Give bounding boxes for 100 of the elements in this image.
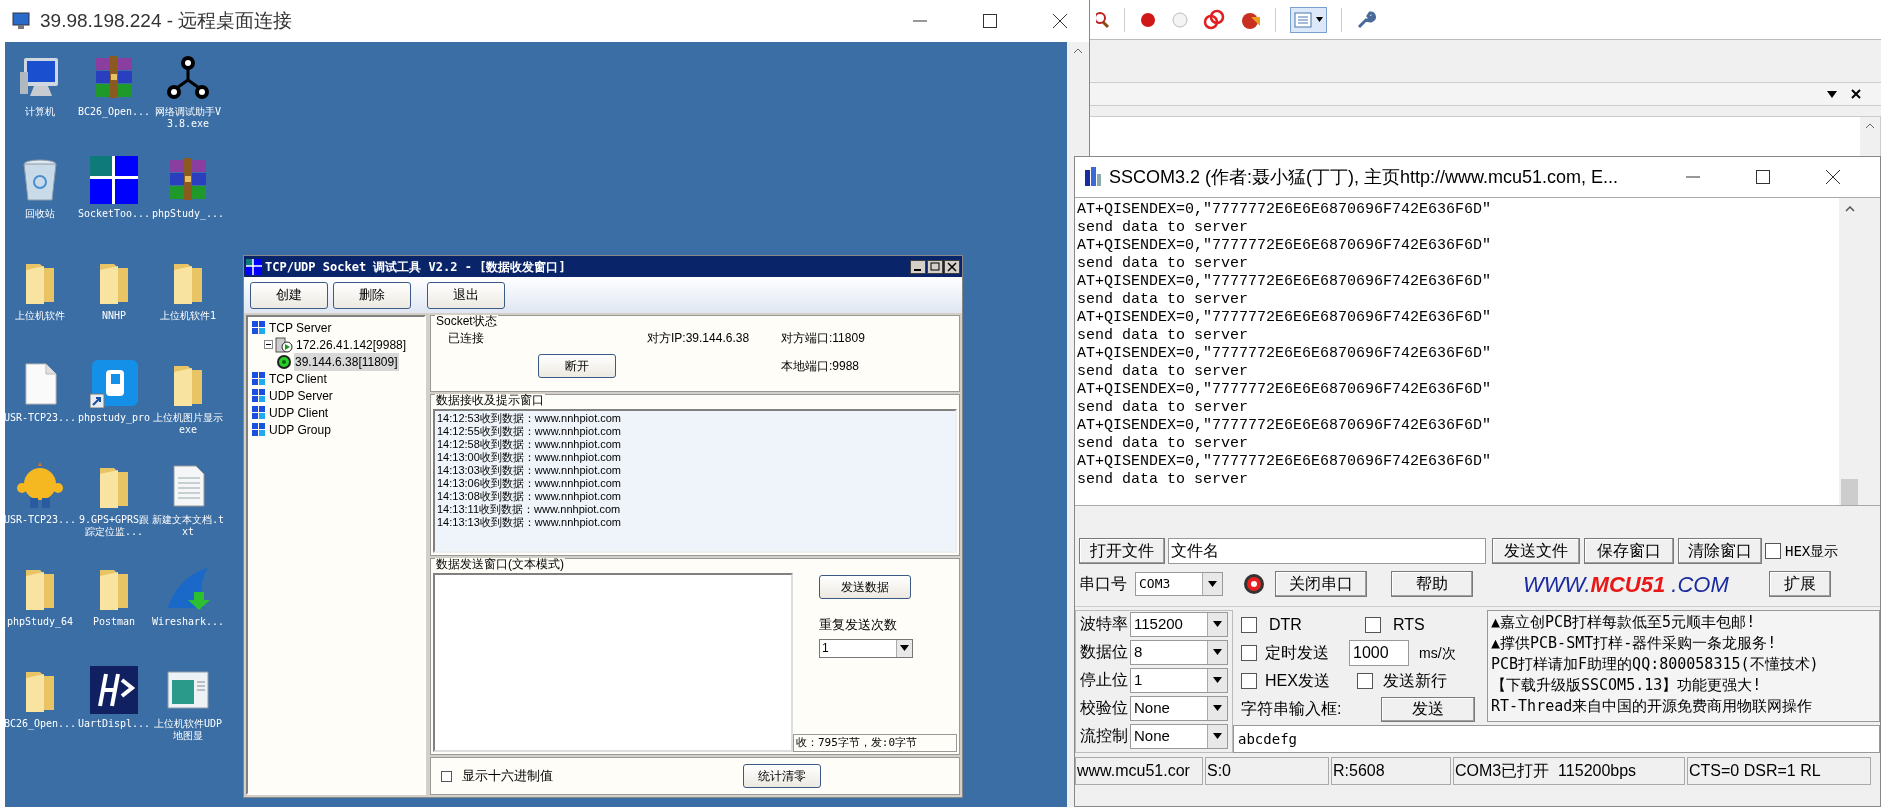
checkbox[interactable] [1241, 645, 1257, 661]
record-icon[interactable] [1139, 10, 1157, 29]
collapse-icon[interactable] [264, 340, 273, 349]
desktop-icon-label[interactable]: 上位机软件 [3, 310, 77, 322]
filename-field[interactable]: 文件名 [1168, 538, 1486, 564]
close-icon[interactable] [1053, 14, 1067, 28]
magnifier-icon[interactable] [1096, 10, 1110, 29]
scroll-up-icon[interactable] [1073, 48, 1083, 54]
status-field: COM3已打开 115200bps [1453, 757, 1685, 785]
tree-item[interactable]: 39.144.6.38[11809] [294, 352, 399, 371]
setting-label: 流控制 [1080, 726, 1129, 746]
desktop-icon-label[interactable]: 计算机 [3, 106, 77, 118]
desktop-icon-label[interactable]: phpstudy_pro [77, 412, 151, 424]
tree-item[interactable]: TCP Server [268, 318, 333, 337]
clear-window-button[interactable]: 清除窗口 [1678, 538, 1762, 564]
checkbox[interactable] [441, 770, 452, 782]
log-line: 14:13:08收到数据：www.nnhpiot.com [437, 490, 623, 503]
ad-line[interactable]: RT-Thread来自中国的开源免费商用物联网操作 [1491, 696, 1813, 717]
send-input[interactable] [433, 573, 793, 752]
list-view-button[interactable] [1290, 6, 1327, 33]
checkbox[interactable] [1765, 543, 1781, 559]
output-line: AT+QISENDEX=0,"7777772E6E6E6870696F742E636F6D" [1077, 345, 1492, 363]
dropdown-arrow-icon[interactable] [1827, 90, 1837, 98]
toolbar-button[interactable]: 创建 [250, 281, 328, 309]
indicator-icon [1243, 573, 1265, 595]
desktop-icon-label[interactable]: 上位机软件UDP地图显 [151, 718, 225, 742]
maximize-icon[interactable] [983, 14, 997, 28]
remote-port: 对方端口:11809 [781, 330, 865, 347]
checkbox[interactable] [1365, 617, 1381, 633]
desktop-icon-label[interactable]: 上位机软件1 [151, 310, 225, 322]
desktop-icon-label[interactable]: Postman [77, 616, 151, 628]
caret-icon [1316, 17, 1323, 22]
scroll-thumb[interactable] [1841, 479, 1858, 505]
checkbox-label: RTS [1393, 615, 1425, 635]
close-port-button[interactable]: 关闭串口 [1275, 571, 1367, 597]
connection-status: 已连接 [447, 330, 485, 347]
send-data-button[interactable]: 发送数据 [819, 575, 911, 599]
desktop-icon-label[interactable]: 网络调试助手V3.8.exe [151, 106, 225, 130]
ad-line[interactable]: PCB打样请加F助理的QQ:800058315(不懂技术) [1491, 654, 1819, 675]
output-line: send data to server [1077, 471, 1249, 489]
tree-item[interactable]: UDP Server [268, 386, 334, 405]
setting-select[interactable]: 115200 [1130, 611, 1228, 637]
desktop-icon-label[interactable]: BC26_Open... [3, 718, 77, 730]
interval-field[interactable]: 1000 [1349, 640, 1409, 666]
toolbar-button[interactable]: 删除 [333, 281, 411, 309]
window-title: TCP/UDP Socket 调试工具 V2.2 - [数据收发窗口] [265, 258, 566, 276]
wrench-icon[interactable] [1356, 9, 1376, 30]
setting-select[interactable]: 1 [1130, 667, 1228, 693]
desktop-icon-label[interactable]: BC26_Open... [77, 106, 151, 118]
remote-ip: 对方IP:39.144.6.38 [647, 330, 751, 347]
tree-item[interactable]: UDP Group [268, 420, 332, 439]
close-icon[interactable] [1851, 89, 1861, 99]
toolbar-button[interactable]: 退出 [427, 281, 505, 309]
desktop-icon-label[interactable]: NNHP [77, 310, 151, 322]
setting-select[interactable]: None [1130, 723, 1228, 749]
ad-line[interactable]: ▲嘉立创PCB打样每款低至5元顺丰包邮! [1491, 612, 1756, 633]
desktop-icon-label[interactable]: 新建文本文档.txt [151, 514, 225, 538]
close-icon[interactable] [944, 259, 960, 274]
desktop-icon-label[interactable]: phpStudy_64 [3, 616, 77, 628]
open-file-button[interactable]: 打开文件 [1079, 538, 1165, 564]
checkbox[interactable] [1357, 673, 1373, 689]
desktop-icon-label[interactable]: UartDispl... [77, 718, 151, 730]
scroll-up-icon[interactable] [1844, 206, 1855, 212]
desktop-icon-label[interactable]: 上位机图片显示exe [151, 412, 225, 436]
output-line: AT+QISENDEX=0,"7777772E6E6E6870696F742E636F6D" [1077, 309, 1492, 327]
checkbox[interactable] [1241, 673, 1257, 689]
ad-line[interactable]: ▲撑供PCB-SMT打样-器件采购一条龙服务! [1491, 633, 1777, 654]
maximize-icon[interactable] [1756, 170, 1770, 184]
string-input[interactable]: abcdefg [1233, 725, 1880, 753]
desktop-icon-label[interactable]: phpStudy_... [151, 208, 225, 220]
rings-icon[interactable] [1203, 8, 1225, 31]
disconnect-button[interactable]: 断开 [538, 354, 616, 378]
send-file-button[interactable]: 发送文件 [1492, 538, 1580, 564]
tree-item[interactable]: UDP Client [268, 403, 330, 422]
desktop-icon-label[interactable]: USR-TCP23... [3, 412, 77, 424]
minimize-icon[interactable] [910, 259, 926, 274]
scroll-up-icon[interactable] [1865, 123, 1875, 129]
desktop-icon-label[interactable]: 回收站 [3, 208, 77, 220]
output-line: AT+QISENDEX=0,"7777772E6E6E6870696F742E636F6D" [1077, 381, 1492, 399]
ad-line[interactable]: 【下载升级版SSCOM5.13】功能更强大! [1491, 675, 1762, 696]
setting-select[interactable]: 8 [1130, 639, 1228, 665]
close-icon[interactable] [1826, 170, 1840, 184]
setting-select[interactable]: None [1130, 695, 1228, 721]
maximize-icon[interactable] [927, 259, 943, 274]
send-button[interactable]: 发送 [1381, 696, 1475, 722]
tree-item[interactable]: TCP Client [268, 369, 328, 388]
desktop-icon-label[interactable]: Wireshark... [151, 616, 225, 628]
help-button[interactable]: 帮助 [1391, 571, 1473, 597]
port-select[interactable]: COM3 [1135, 572, 1223, 596]
repeat-count-select[interactable]: 1 [819, 638, 913, 658]
desktop-icon-label[interactable]: SocketToo... [77, 208, 151, 220]
website-logo[interactable]: WWW.MCU51 .COM [1523, 567, 1729, 601]
checkbox[interactable] [1241, 617, 1257, 633]
clear-stats-button[interactable]: 统计清零 [743, 764, 821, 788]
log-line: 14:12:53收到数据：www.nnhpiot.com [437, 412, 623, 425]
save-window-button[interactable]: 保存窗口 [1584, 538, 1674, 564]
tree-item[interactable]: 172.26.41.142[9988] [295, 335, 408, 354]
desktop-icon-label[interactable]: USR-TCP23... [3, 514, 77, 526]
desktop-icon-label[interactable]: 9.GPS+GPRS跟踪定位监... [77, 514, 151, 538]
expand-button[interactable]: 扩展 [1768, 571, 1831, 597]
